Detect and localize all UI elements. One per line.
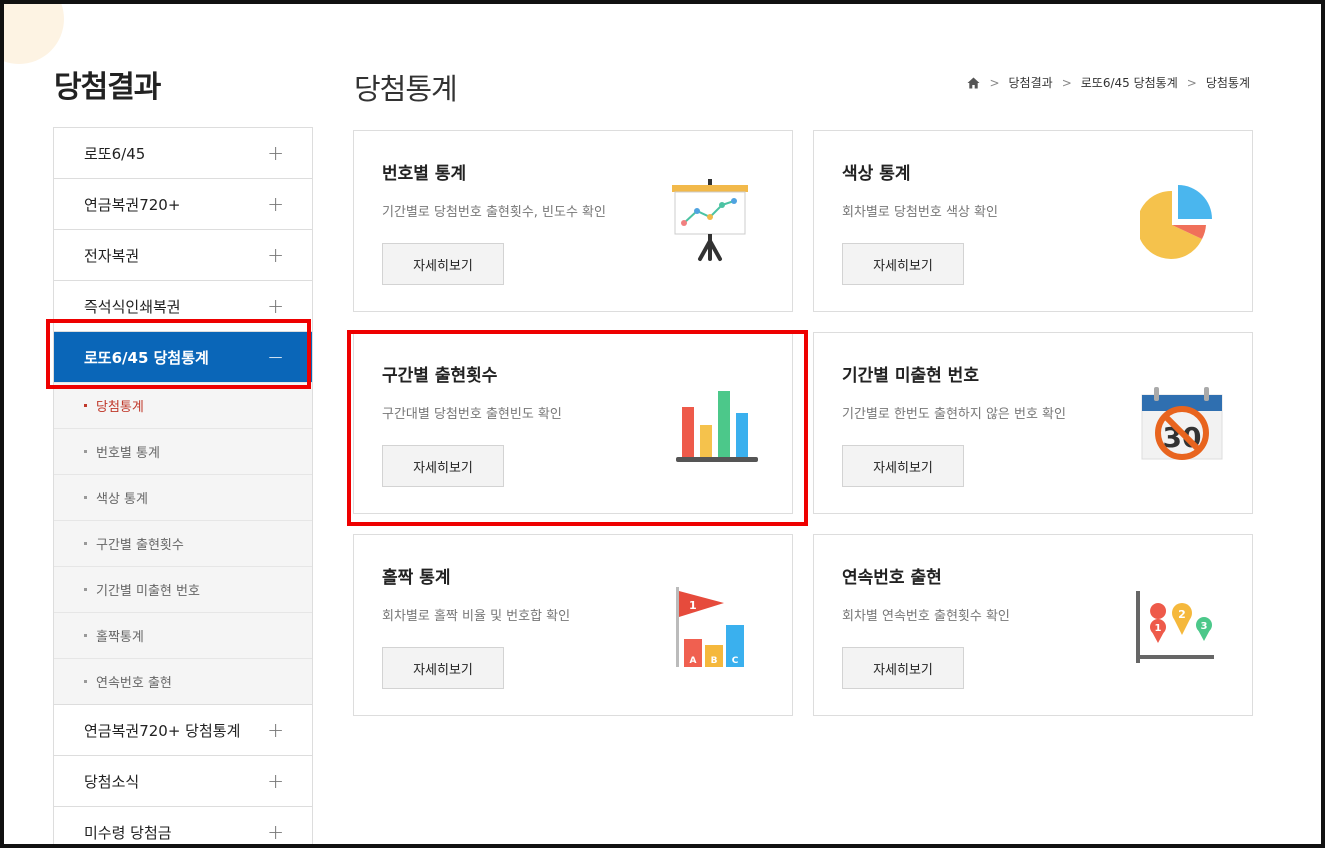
card-unappeared-numbers: 기간별 미출현 번호 기간별로 한번도 출현하지 않은 번호 확인 자세히보기 … <box>813 332 1253 514</box>
card-description: 회차별로 당첨번호 색상 확인 <box>842 205 998 220</box>
sub-item-label: 홀짝통계 <box>96 630 144 645</box>
sub-item-label: 당첨통계 <box>96 400 144 415</box>
sidebar-item-pension720-stats[interactable]: 연금복권720+ 당첨통계 + <box>54 704 312 755</box>
detail-button[interactable]: 자세히보기 <box>382 243 504 285</box>
card-description: 회차별 연속번호 출현횟수 확인 <box>842 609 1010 624</box>
sub-item-label: 연속번호 출현 <box>96 676 172 691</box>
bullet-icon <box>84 680 87 683</box>
card-odd-even-stats: 홀짝 통계 회차별로 홀짝 비율 및 번호합 확인 자세히보기 1 A B C <box>353 534 793 716</box>
bullet-icon <box>84 634 87 637</box>
page-frame: 당첨결과 로또6/45 + 연금복권720+ + 전자복권 + 즉석식인쇄복권 … <box>0 0 1325 848</box>
bullet-icon <box>84 450 87 453</box>
sidebar-item-label: 로또6/45 <box>84 144 146 163</box>
pin-label: 3 <box>1201 621 1208 632</box>
bar-label: B <box>711 656 718 666</box>
sub-item-number-stats[interactable]: 번호별 통계 <box>54 428 312 474</box>
bar-label: A <box>690 656 697 666</box>
flag-label: 1 <box>689 599 697 612</box>
sub-item-label: 기간별 미출현 번호 <box>96 584 200 599</box>
sidebar-item-label: 연금복권720+ <box>84 195 181 214</box>
expand-icon[interactable]: + <box>267 769 284 793</box>
sidebar-item-lotto645[interactable]: 로또6/45 + <box>54 127 312 178</box>
sub-item-label: 구간별 출현횟수 <box>96 538 184 553</box>
sub-item-range-stats[interactable]: 구간별 출현횟수 <box>54 520 312 566</box>
breadcrumb-separator: > <box>1061 75 1072 90</box>
bullet-icon <box>84 404 87 407</box>
sub-item-label: 번호별 통계 <box>96 446 160 461</box>
sidebar-item-label: 당첨소식 <box>84 772 140 791</box>
expand-icon[interactable]: + <box>267 718 284 742</box>
card-color-stats: 색상 통계 회차별로 당첨번호 색상 확인 자세히보기 <box>813 130 1253 312</box>
expand-icon[interactable]: + <box>267 294 284 318</box>
presentation-chart-icon <box>672 179 748 261</box>
card-number-stats: 번호별 통계 기간별로 당첨번호 출현횟수, 빈도수 확인 자세히보기 <box>353 130 793 312</box>
detail-button[interactable]: 자세히보기 <box>382 647 504 689</box>
detail-button[interactable]: 자세히보기 <box>842 445 964 487</box>
expand-icon[interactable]: + <box>267 141 284 165</box>
bullet-icon <box>84 496 87 499</box>
breadcrumb-separator: > <box>1186 75 1197 90</box>
calendar-prohibited-icon: 30 <box>1141 387 1223 460</box>
bullet-icon <box>84 542 87 545</box>
sidebar-item-winning-news[interactable]: 당첨소식 + <box>54 755 312 806</box>
decorative-circle <box>4 4 64 64</box>
sidebar-item-pension720[interactable]: 연금복권720+ + <box>54 178 312 229</box>
detail-button[interactable]: 자세히보기 <box>842 647 964 689</box>
highlight-box-sidebar <box>46 319 311 389</box>
sub-item-color-stats[interactable]: 색상 통계 <box>54 474 312 520</box>
detail-button[interactable]: 자세히보기 <box>842 243 964 285</box>
bullet-icon <box>84 588 87 591</box>
bar-label: C <box>732 656 739 666</box>
sidebar-item-label: 전자복권 <box>84 246 140 265</box>
home-icon[interactable] <box>967 77 980 89</box>
card-title: 번호별 통계 <box>382 164 467 184</box>
card-description: 기간별로 당첨번호 출현횟수, 빈도수 확인 <box>382 205 606 220</box>
sub-item-odd-even-stats[interactable]: 홀짝통계 <box>54 612 312 658</box>
card-title: 연속번호 출현 <box>842 568 942 588</box>
highlight-box-card <box>347 330 808 526</box>
breadcrumb-item[interactable]: 당첨통계 <box>1206 74 1250 91</box>
sidebar-item-label: 즉석식인쇄복권 <box>84 297 181 316</box>
card-title: 색상 통계 <box>842 164 911 184</box>
card-description: 기간별로 한번도 출현하지 않은 번호 확인 <box>842 407 1066 422</box>
expand-icon[interactable]: + <box>267 192 284 216</box>
breadcrumb-item[interactable]: 당첨결과 <box>1009 74 1053 91</box>
card-title: 기간별 미출현 번호 <box>842 366 979 386</box>
flag-bar-chart-icon: 1 A B C <box>676 587 744 667</box>
breadcrumb-item[interactable]: 로또6/45 당첨통계 <box>1081 74 1178 91</box>
pin-label: 1 <box>1155 623 1162 634</box>
card-description: 회차별로 홀짝 비율 및 번호합 확인 <box>382 609 571 624</box>
sub-item-unappeared-numbers[interactable]: 기간별 미출현 번호 <box>54 566 312 612</box>
sidebar-item-electronic-lottery[interactable]: 전자복권 + <box>54 229 312 280</box>
breadcrumb-separator: > <box>989 75 1000 90</box>
sidebar-item-label: 연금복권720+ 당첨통계 <box>84 721 241 740</box>
pin-label: 2 <box>1178 608 1186 621</box>
breadcrumb: > 당첨결과 > 로또6/45 당첨통계 > 당첨통계 <box>967 74 1250 91</box>
expand-icon[interactable]: + <box>267 243 284 267</box>
sidebar-menu: 로또6/45 + 연금복권720+ + 전자복권 + 즉석식인쇄복권 + 로또6… <box>53 127 313 844</box>
expand-icon[interactable]: + <box>267 820 284 844</box>
map-pin-chart-icon: 1 2 3 <box>1136 591 1214 663</box>
sub-item-consecutive-numbers[interactable]: 연속번호 출현 <box>54 658 312 704</box>
sidebar-title: 당첨결과 <box>54 70 161 105</box>
card-consecutive-numbers: 연속번호 출현 회차별 연속번호 출현횟수 확인 자세히보기 1 2 3 <box>813 534 1253 716</box>
sidebar-item-label: 미수령 당첨금 <box>84 823 172 842</box>
sub-item-label: 색상 통계 <box>96 492 148 507</box>
page-title: 당첨통계 <box>354 72 458 106</box>
pie-chart-icon <box>1140 185 1212 259</box>
sidebar-item-unclaimed-prize[interactable]: 미수령 당첨금 + <box>54 806 312 844</box>
card-title: 홀짝 통계 <box>382 568 451 588</box>
